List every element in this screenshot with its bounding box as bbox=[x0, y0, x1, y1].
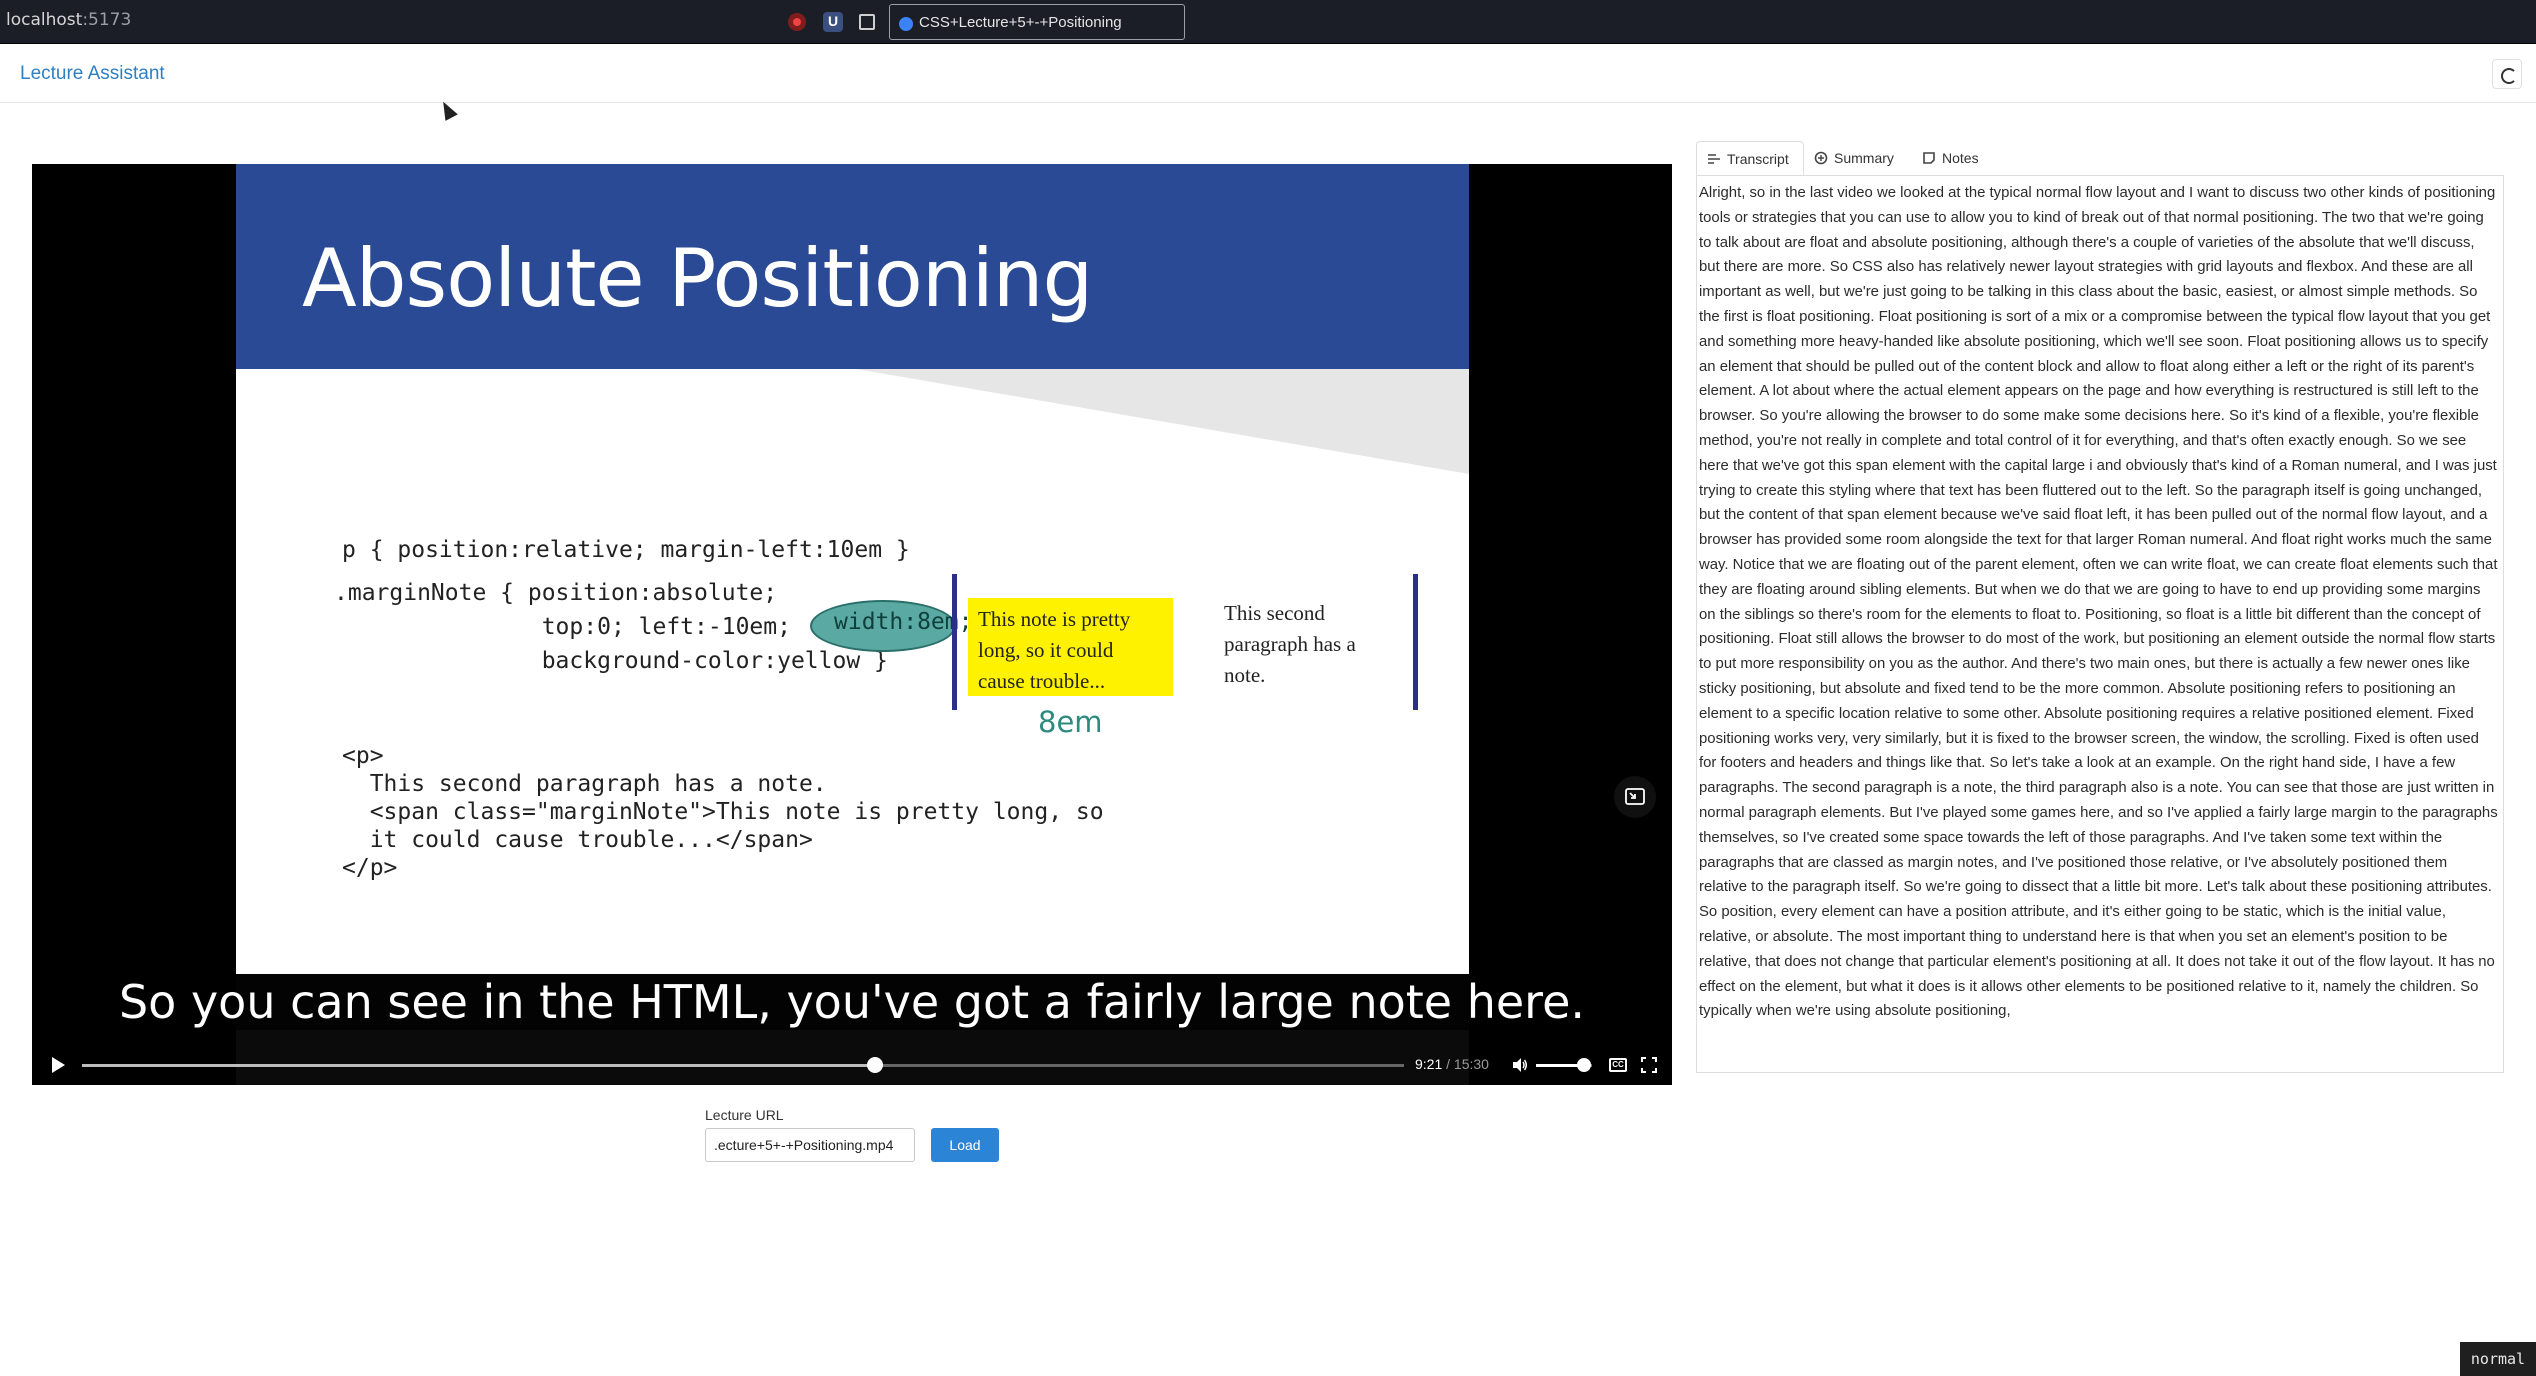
volume-slider[interactable] bbox=[1536, 1058, 1592, 1072]
picture-in-picture-button[interactable] bbox=[1614, 776, 1656, 818]
address-host: localhost bbox=[6, 10, 83, 30]
tab-summary[interactable]: Summary bbox=[1804, 141, 1912, 175]
vim-mode-indicator: normal bbox=[2460, 1342, 2536, 1376]
video-controls: 9:21 / 15:30 CC bbox=[32, 1045, 1672, 1085]
sparkle-icon bbox=[1814, 151, 1828, 165]
browser-tab-title: CSS+Lecture+5+-+Positioning bbox=[919, 14, 1122, 31]
slide-title: Absolute Positioning bbox=[302, 232, 1093, 325]
tab-notes-label: Notes bbox=[1942, 150, 1979, 166]
list-icon bbox=[1708, 154, 1720, 164]
seek-bar-progress bbox=[82, 1064, 876, 1067]
demo-width-label: 8em bbox=[1038, 705, 1103, 739]
slide-code-block: .marginNote { position:absolute; top:0; … bbox=[334, 580, 888, 674]
load-button[interactable]: Load bbox=[931, 1128, 999, 1162]
fullscreen-icon[interactable] bbox=[1641, 1057, 1657, 1073]
panel-tabs: Transcript Summary Notes bbox=[1696, 141, 2504, 175]
seek-bar[interactable] bbox=[82, 1057, 1404, 1073]
demo-paragraph: This second paragraph has a note. bbox=[1224, 601, 1356, 687]
bitwarden-extension-icon[interactable] bbox=[823, 12, 843, 32]
address-port: :5173 bbox=[82, 10, 132, 30]
browser-tab[interactable]: CSS+Lecture+5+-+Positioning bbox=[889, 4, 1185, 40]
tab-summary-label: Summary bbox=[1834, 150, 1894, 166]
slide-code-line: p { position:relative; margin-left:10em … bbox=[342, 537, 910, 563]
tab-transcript[interactable]: Transcript bbox=[1696, 141, 1804, 175]
demo-right-border bbox=[1413, 574, 1418, 710]
video-player[interactable]: Absolute Positioning p { position:relati… bbox=[32, 164, 1672, 1085]
tab-transcript-label: Transcript bbox=[1727, 151, 1789, 167]
lecture-url-label: Lecture URL bbox=[705, 1107, 784, 1123]
tab-notes[interactable]: Notes bbox=[1912, 141, 2012, 175]
volume-handle[interactable] bbox=[1576, 1058, 1591, 1072]
duration: 15:30 bbox=[1453, 1056, 1489, 1072]
address-bar[interactable]: localhost:5173 bbox=[6, 10, 131, 30]
lecture-slide: Absolute Positioning p { position:relati… bbox=[236, 164, 1469, 1085]
browser-toolbar: localhost:5173 CSS+Lecture+5+-+Positioni… bbox=[0, 0, 2536, 44]
share-icon[interactable] bbox=[859, 14, 875, 30]
theme-toggle-button[interactable] bbox=[2492, 59, 2522, 89]
ublock-extension-icon[interactable] bbox=[788, 13, 806, 31]
app-header: Lecture Assistant bbox=[0, 45, 2536, 103]
video-caption: So you can see in the HTML, you've got a… bbox=[118, 975, 1586, 1029]
app-title[interactable]: Lecture Assistant bbox=[20, 63, 165, 85]
slide-html-code: <p> This second paragraph has a note. <s… bbox=[342, 743, 1104, 881]
demo-left-border bbox=[952, 574, 957, 710]
transcript-panel[interactable]: Alright, so in the last video we looked … bbox=[1696, 175, 2504, 1073]
volume-icon[interactable] bbox=[1512, 1057, 1528, 1073]
slide-decoration bbox=[856, 369, 1469, 474]
seek-bar-handle[interactable] bbox=[867, 1057, 884, 1073]
picture-in-picture-icon bbox=[1625, 788, 1645, 805]
captions-icon[interactable]: CC bbox=[1609, 1058, 1627, 1072]
lecture-url-input[interactable] bbox=[705, 1128, 915, 1162]
slide-header: Absolute Positioning bbox=[236, 164, 1469, 369]
play-button[interactable] bbox=[52, 1057, 65, 1073]
favicon-icon bbox=[899, 17, 913, 31]
time-separator: / bbox=[1442, 1056, 1454, 1072]
transcript-text: Alright, so in the last video we looked … bbox=[1699, 185, 2498, 1020]
note-icon bbox=[1923, 152, 1935, 164]
time-display: 9:21 / 15:30 bbox=[1415, 1056, 1489, 1072]
demo-margin-note: This note is pretty long, so it could ca… bbox=[968, 598, 1173, 696]
current-time: 9:21 bbox=[1415, 1056, 1443, 1072]
